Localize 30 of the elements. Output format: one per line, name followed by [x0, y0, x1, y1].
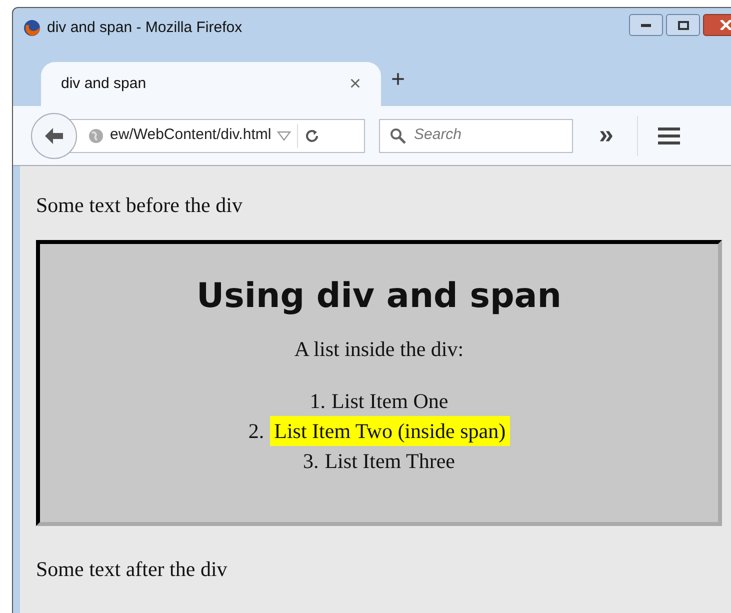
url-text: ew/WebContent/div.html: [110, 125, 272, 146]
dropdown-icon: [277, 130, 292, 140]
list-item-text: List Item One: [332, 388, 448, 415]
window-title: div and span - Mozilla Firefox: [47, 18, 242, 38]
list-number: 2.: [248, 418, 264, 445]
paragraph-text: Some text before the div: [36, 192, 244, 218]
globe-icon: [88, 128, 104, 144]
browser-logo-icon: [23, 19, 41, 37]
close-icon: [720, 20, 731, 30]
minimize-button[interactable]: [629, 14, 663, 36]
tab-close-button[interactable]: ×: [349, 69, 361, 99]
list-item-text: List Item Three: [324, 448, 455, 475]
maximize-button[interactable]: [666, 14, 700, 36]
list-number: 3.: [302, 448, 319, 475]
list-number: 1.: [310, 388, 326, 415]
menu-icon[interactable]: [658, 126, 680, 144]
back-arrow-icon: [44, 126, 64, 144]
search-input[interactable]: Search: [414, 124, 554, 147]
paragraph-text: Some text after the div: [36, 556, 228, 582]
reload-icon[interactable]: [304, 128, 320, 144]
new-tab-button[interactable]: +: [391, 62, 406, 98]
intro-text: A list inside the div:: [294, 336, 464, 362]
search-field[interactable]: Search: [379, 118, 573, 152]
overflow-button[interactable]: »: [599, 120, 614, 146]
tab-label: div and span: [61, 74, 146, 94]
list-item-text: List Item Two (inside span): [270, 416, 510, 446]
back-button[interactable]: [31, 112, 77, 158]
search-icon: [390, 128, 406, 144]
browser-tab[interactable]: div and span ×: [41, 62, 381, 106]
heading: Using div and span: [196, 275, 562, 318]
